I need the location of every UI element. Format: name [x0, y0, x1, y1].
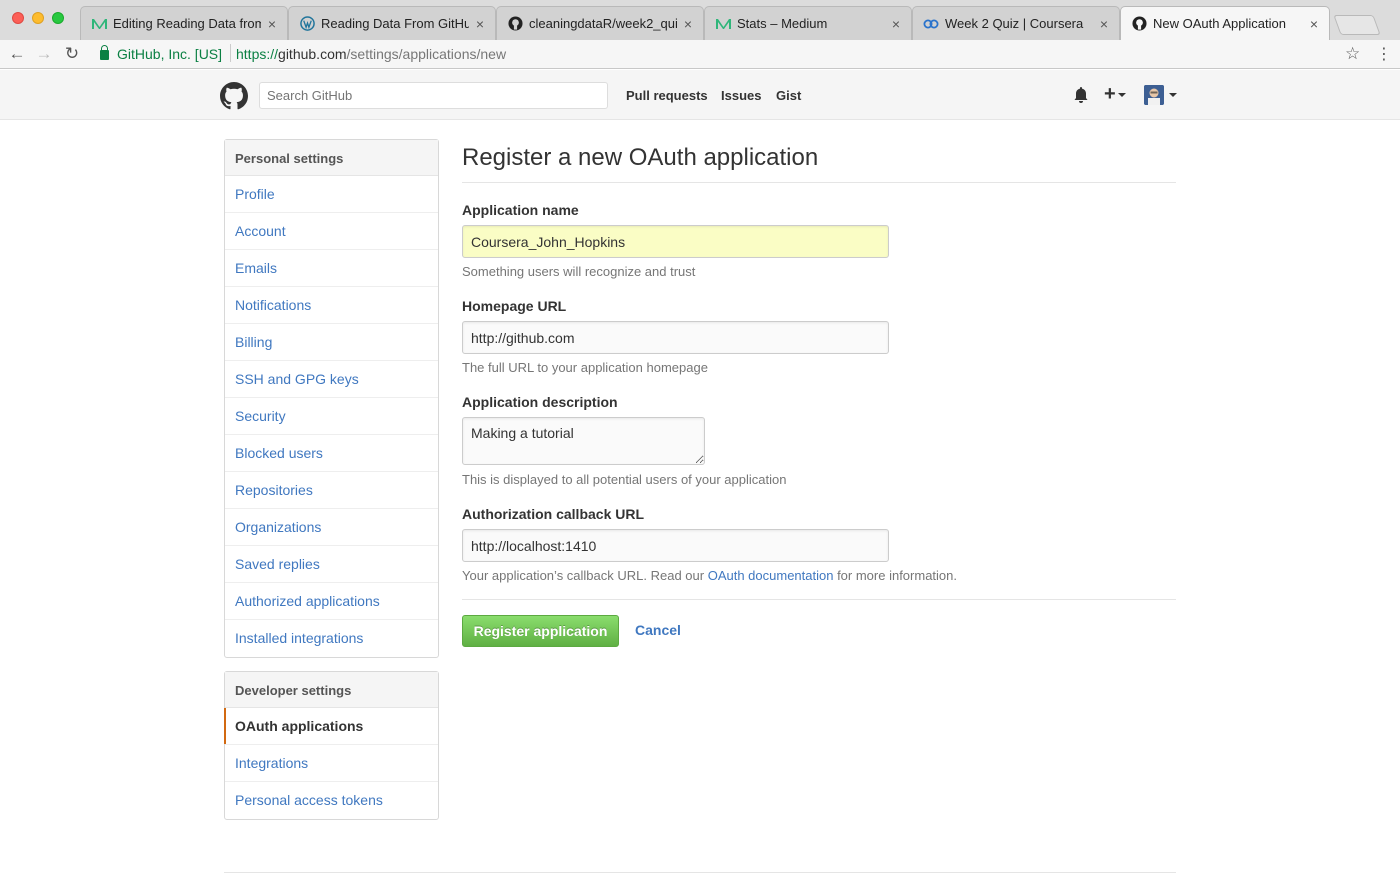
sidebar-item-emails[interactable]: Emails [225, 250, 438, 287]
footer-divider [224, 872, 1176, 873]
divider [462, 182, 1176, 183]
description-textarea[interactable]: Making a tutorial [462, 417, 705, 465]
new-tab-button[interactable] [1333, 15, 1381, 35]
forward-arrow-icon[interactable]: → [33, 44, 55, 64]
wordpress-icon [299, 16, 315, 32]
divider [462, 599, 1176, 600]
search-input[interactable] [259, 82, 608, 109]
github-icon [507, 16, 523, 32]
nav-issues[interactable]: Issues [721, 88, 761, 103]
sidebar-item-authorized-applications[interactable]: Authorized applications [225, 583, 438, 620]
coursera-icon [923, 16, 939, 32]
sidebar-item-oauth-applications[interactable]: OAuth applications [224, 708, 438, 745]
sidebar-item-saved-replies[interactable]: Saved replies [225, 546, 438, 583]
homepage-url-input[interactable] [462, 321, 889, 354]
close-tab-icon[interactable]: × [1097, 16, 1111, 32]
back-arrow-icon[interactable]: ← [6, 44, 28, 64]
tab-title: Stats – Medium [737, 16, 828, 31]
sidebar-item-integrations[interactable]: Integrations [225, 745, 438, 782]
app-name-note: Something users will recognize and trust [462, 264, 696, 279]
tab-title: New OAuth Application [1153, 16, 1286, 31]
chevron-down-icon [1117, 92, 1126, 97]
plus-icon: + [1104, 83, 1116, 105]
tab-title: Editing Reading Data from G [113, 16, 261, 31]
sidebar-item-installed-integrations[interactable]: Installed integrations [225, 620, 438, 657]
sidebar-item-personal-access-tokens[interactable]: Personal access tokens [225, 782, 438, 819]
tab-title: Reading Data From GitHub A [321, 16, 469, 31]
maximize-window-button[interactable] [52, 12, 64, 24]
note-text: Your application’s callback URL. Read ou… [462, 568, 708, 583]
homepage-url-label: Homepage URL [462, 298, 567, 314]
minimize-window-button[interactable] [32, 12, 44, 24]
nav-pull-requests[interactable]: Pull requests [626, 88, 708, 103]
url-path: /settings/applications/new [346, 46, 507, 62]
oauth-documentation-link[interactable]: OAuth documentation [708, 568, 834, 583]
github-icon [1131, 16, 1147, 32]
close-tab-icon[interactable]: × [265, 16, 279, 32]
close-window-button[interactable] [12, 12, 24, 24]
sidebar-item-organizations[interactable]: Organizations [225, 509, 438, 546]
cancel-link[interactable]: Cancel [635, 622, 681, 638]
app-name-label: Application name [462, 202, 579, 218]
close-tab-icon[interactable]: × [681, 16, 695, 32]
description-label: Application description [462, 394, 618, 410]
menu-heading: Personal settings [225, 140, 438, 176]
create-new-menu[interactable]: + [1104, 83, 1126, 106]
sidebar-item-billing[interactable]: Billing [225, 324, 438, 361]
callback-url-label: Authorization callback URL [462, 506, 645, 522]
bell-icon[interactable] [1074, 87, 1088, 103]
homepage-url-note: The full URL to your application homepag… [462, 360, 708, 375]
medium-icon [91, 16, 107, 32]
close-tab-icon[interactable]: × [473, 16, 487, 32]
url-scheme: https:// [236, 46, 279, 62]
secure-indicator[interactable]: GitHub, Inc. [US] [100, 45, 223, 62]
close-tab-icon[interactable]: × [1307, 16, 1321, 32]
tab-title: Week 2 Quiz | Coursera [945, 16, 1084, 31]
url-host: github.com [278, 46, 347, 62]
personal-settings-menu: Personal settings Profile Account Emails… [224, 139, 439, 658]
callback-url-note: Your application’s callback URL. Read ou… [462, 568, 957, 583]
menu-heading: Developer settings [225, 672, 438, 708]
page-title: Register a new OAuth application [462, 144, 819, 171]
sidebar-item-account[interactable]: Account [225, 213, 438, 250]
chevron-down-icon[interactable] [1169, 93, 1177, 97]
sidebar-item-repositories[interactable]: Repositories [225, 472, 438, 509]
secure-label: GitHub, Inc. [US] [117, 46, 223, 62]
github-logo-icon[interactable] [220, 82, 248, 110]
close-tab-icon[interactable]: × [889, 16, 903, 32]
register-application-button[interactable]: Register application [462, 615, 619, 647]
browser-tab[interactable]: Editing Reading Data from G × [80, 6, 288, 40]
browser-tab[interactable]: cleaningdataR/week2_quiz_ × [496, 6, 704, 40]
avatar[interactable] [1144, 85, 1164, 105]
browser-tab-strip: Editing Reading Data from G × Reading Da… [0, 0, 1400, 40]
note-text: for more information. [833, 568, 957, 583]
callback-url-input[interactable] [462, 529, 889, 562]
nav-gist[interactable]: Gist [776, 88, 801, 103]
browser-tab-active[interactable]: New OAuth Application × [1120, 6, 1330, 40]
browser-tab[interactable]: Stats – Medium × [704, 6, 912, 40]
more-menu-icon[interactable]: ⋮ [1376, 44, 1392, 64]
address-bar[interactable]: GitHub, Inc. [US] https://github.com/set… [90, 40, 1368, 67]
sidebar-item-blocked-users[interactable]: Blocked users [225, 435, 438, 472]
browser-tab[interactable]: Week 2 Quiz | Coursera × [912, 6, 1120, 40]
browser-tab[interactable]: Reading Data From GitHub A × [288, 6, 496, 40]
sidebar-item-security[interactable]: Security [225, 398, 438, 435]
tab-title: cleaningdataR/week2_quiz_ [529, 16, 677, 31]
description-note: This is displayed to all potential users… [462, 472, 787, 487]
reload-icon[interactable]: ↻ [61, 44, 83, 64]
url-text[interactable]: https://github.com/settings/applications… [236, 46, 506, 62]
sidebar-item-profile[interactable]: Profile [225, 176, 438, 213]
app-name-input[interactable] [462, 225, 889, 258]
sidebar-item-notifications[interactable]: Notifications [225, 287, 438, 324]
medium-icon [715, 16, 731, 32]
address-separator [230, 44, 231, 62]
bookmark-star-icon[interactable]: ☆ [1345, 44, 1360, 64]
sidebar-item-ssh-gpg-keys[interactable]: SSH and GPG keys [225, 361, 438, 398]
lock-icon [100, 45, 109, 60]
developer-settings-menu: Developer settings OAuth applications In… [224, 671, 439, 820]
